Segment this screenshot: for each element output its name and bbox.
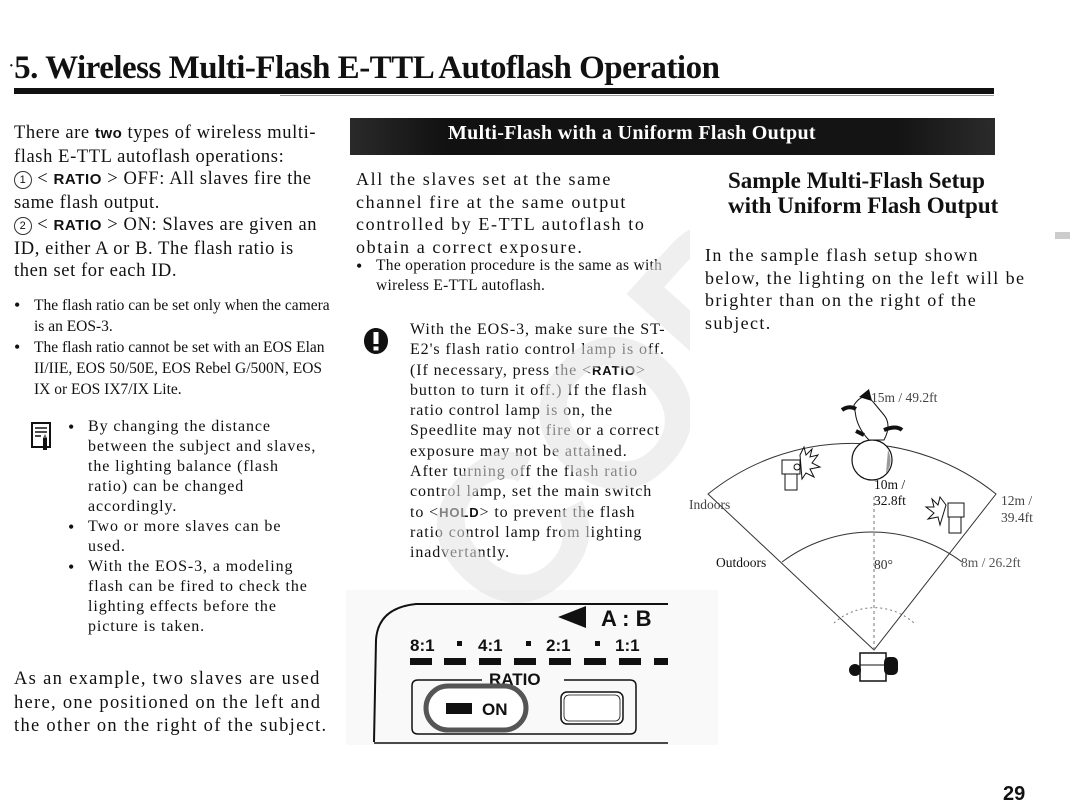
slave-flash-left-icon [781,445,822,491]
distance-indoor-side-1: 12m / [1001,493,1032,508]
uniform-output-paragraph: All the slaves set at the same channel f… [356,169,646,257]
indicator-bar [444,658,466,665]
page-title-text: 5. Wireless Multi-Flash E-TTL Autoflash … [14,50,720,86]
hold-key: HOLD [439,504,480,520]
caution-text: With the EOS-3, make sure the ST-E2's fl… [410,320,668,564]
arrow-left-icon [558,606,586,628]
ratio-indicator-bars [410,658,668,665]
note-item: With the EOS-3, a modeling flash can be … [68,557,320,637]
slave-flash-right-icon [924,495,965,534]
mode-2: 2 < RATIO > ON: Slaves are given an ID, … [14,215,318,281]
distance-outdoor-side: 8m / 26.2ft [961,555,1021,570]
bullet-item: The flash ratio cannot be set with an EO… [14,337,332,400]
indicator-bar [654,658,668,665]
note-item: Two or more slaves can be used. [68,517,320,557]
flash-setup-diagram: 15m / 49.2ft Indoors 12m / 39.4ft 10m / … [684,385,1044,685]
title-rule [14,88,994,94]
intro-text: There are [14,123,95,143]
st-e2-panel-illustration: A : B 8:1 4:1 2:1 1:1 RATIO ON [346,590,718,745]
page-title: ·5. Wireless Multi-Flash E-TTL Autoflash… [8,50,720,87]
scan-stamp [1055,232,1070,239]
indicator-bar [549,658,571,665]
ratio-1-1: 1:1 [615,636,640,655]
intro-paragraph: There are two types of wireless multi-fl… [14,122,332,283]
angle-label: 80° [874,557,893,572]
sample-setup-text: In the sample flash setup shown below, t… [705,245,1026,333]
uniform-output-bullet: The operation procedure is the same as w… [356,256,676,296]
indicator-bar [584,658,606,665]
ratio-4-1: 4:1 [478,636,503,655]
ratio-2-1: 2:1 [546,636,571,655]
ratio-dot [526,641,531,646]
compatibility-bullets: The flash ratio can be set only when the… [14,295,332,400]
distance-outdoor-far-1: 10m / [874,477,905,492]
indicator-bar [514,658,536,665]
on-lamp-icon [446,703,472,714]
ratio-on-button [423,683,529,733]
title-rule-shadow [280,95,994,96]
caution-icon [362,327,390,355]
camera-icon [849,652,898,682]
ratio-dot [457,641,462,646]
caution-text-part: > button to turn it off.) If the flash r… [410,361,661,521]
bullet-item: The flash ratio can be set only when the… [14,295,332,337]
indicator-bar [619,658,641,665]
section-banner: Multi-Flash with a Uniform Flash Output [350,118,995,155]
bullet-item: The operation procedure is the same as w… [356,256,676,296]
ratio-key: RATIO [592,362,636,378]
distance-indoor-far: 15m / 49.2ft [871,390,938,405]
label-outdoors: Outdoors [716,555,766,570]
note-bullets: By changing the distance between the sub… [68,417,320,637]
page-number: 29 [1003,783,1026,805]
memo-pencil-icon [31,422,51,452]
ratio-key: RATIO [53,217,103,234]
ab-label: A : B [601,606,652,631]
note-item: By changing the distance between the sub… [68,417,320,517]
on-label: ON [482,700,508,719]
indicator-bar [479,658,501,665]
distance-indoor-side-2: 39.4ft [1001,510,1033,525]
section-banner-title: Multi-Flash with a Uniform Flash Output [448,122,816,144]
ratio-8-1: 8:1 [410,636,435,655]
sample-setup-title: Sample Multi-Flash Setup with Uniform Fl… [728,168,999,218]
blank-button [560,691,624,725]
distance-outdoor-far-2: 32.8ft [874,493,906,508]
label-indoors: Indoors [689,497,730,512]
mode-1: 1 < RATIO > OFF: All slaves fire the sam… [14,169,312,213]
example-paragraph: As an example, two slaves are used here,… [14,669,328,736]
indicator-bar [410,658,432,665]
ratio-key: RATIO [53,171,103,188]
circled-number-2: 2 [14,217,32,235]
ratio-dot [595,641,600,646]
circled-number-1: 1 [14,171,32,189]
intro-bold-word: two [94,125,123,142]
